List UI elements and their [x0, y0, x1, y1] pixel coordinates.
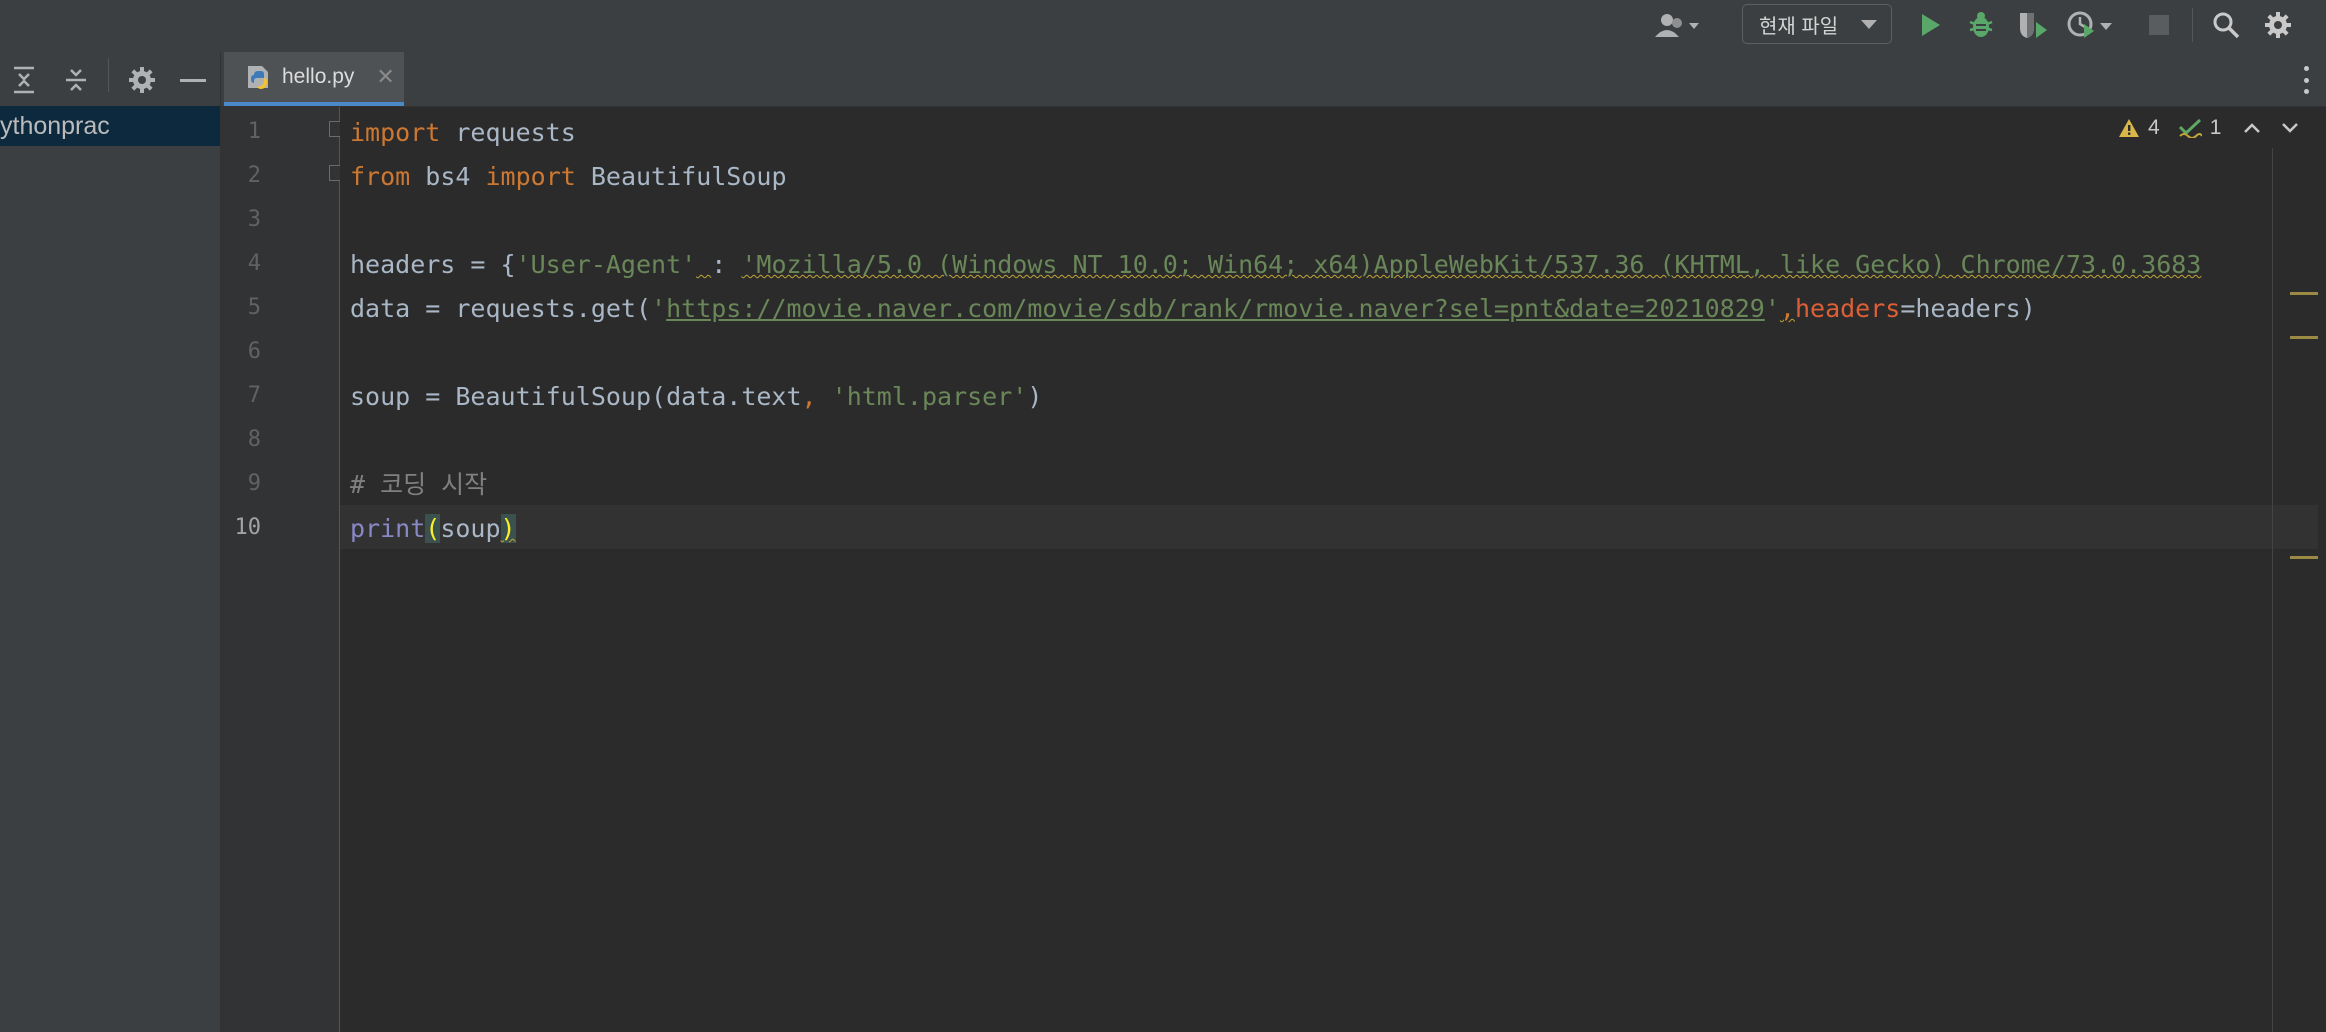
code-token: from [350, 162, 411, 191]
settings-icon[interactable] [2262, 9, 2294, 41]
code-token: , [1779, 294, 1795, 323]
weak-warning-count: 1 [2209, 116, 2222, 139]
code-token: data = requests.get( [350, 294, 652, 323]
line-number: 3 [247, 207, 261, 232]
line-number: 7 [247, 383, 261, 408]
chevron-up-icon[interactable] [2243, 122, 2261, 134]
editor-gutter: 1 2 3 4 5 6 7 8 9 10 [221, 107, 343, 1032]
main-toolbar: 현재 파일 [0, 0, 2326, 53]
editor-tab-bar: hello.py ✕ [221, 52, 2326, 107]
warning-stripe-marker[interactable] [2290, 556, 2318, 559]
profile-icon[interactable] [2066, 9, 2114, 41]
run-configuration-select[interactable]: 현재 파일 [1742, 4, 1892, 44]
run-icon[interactable] [1916, 10, 1946, 40]
code-token: import [485, 162, 576, 191]
line-number: 4 [247, 251, 261, 276]
close-icon[interactable]: ✕ [376, 64, 394, 90]
user-icon[interactable] [1652, 10, 1704, 40]
warning-count: 4 [2148, 116, 2160, 139]
chevron-down-icon[interactable] [2281, 122, 2299, 134]
code-token: ) [1027, 382, 1043, 411]
line-number: 5 [247, 295, 261, 320]
project-root-label: ythonprac [0, 112, 110, 140]
code-token: 'Mozilla/5.0 (Windows NT 10.0; Win64; x6… [741, 250, 2202, 279]
code-editor[interactable]: import requests from bs4 import Beautifu… [340, 107, 2318, 1032]
code-line[interactable]: soup = BeautifulSoup(data.text, 'html.pa… [350, 375, 1042, 419]
line-number: 1 [247, 119, 261, 144]
project-tool-window: ythonprac [0, 52, 221, 1032]
hide-panel-icon[interactable] [175, 62, 211, 98]
project-tree-root[interactable]: ythonprac [0, 106, 220, 146]
code-token: 'User-Agent' [515, 250, 697, 279]
code-token: print [350, 514, 426, 543]
code-token: BeautifulSoup [575, 162, 787, 191]
line-number: 9 [247, 471, 261, 496]
gear-icon[interactable] [124, 62, 160, 98]
line-number: 8 [247, 427, 261, 452]
stop-icon[interactable] [2146, 12, 2172, 38]
code-token: soup [440, 514, 501, 543]
toolbar-divider [2192, 8, 2193, 42]
collapse-all-icon[interactable] [58, 62, 94, 98]
current-line-highlight [340, 505, 2318, 549]
code-token: =headers) [1900, 294, 2036, 323]
tab-hello-py[interactable]: hello.py ✕ [224, 52, 404, 106]
code-token: ) [500, 514, 516, 543]
warning-stripe-marker[interactable] [2290, 292, 2318, 295]
code-token: ' [1764, 294, 1780, 323]
inspections-widget[interactable]: 4 1 [2118, 116, 2299, 140]
line-number: 10 [234, 515, 262, 540]
python-file-icon [244, 63, 272, 91]
code-line[interactable]: # 코딩 시작 [350, 463, 487, 507]
chevron-down-icon [1861, 20, 1877, 29]
line-number: 2 [247, 163, 261, 188]
weak-warning-icon [2178, 118, 2202, 138]
code-token: , [801, 382, 832, 411]
code-token: # 코딩 시작 [350, 470, 488, 499]
code-token: headers [1794, 294, 1901, 323]
search-icon[interactable] [2210, 9, 2242, 41]
debug-icon[interactable] [1964, 9, 1998, 41]
code-token: 'html.parser' [831, 382, 1028, 411]
warning-stripe-marker[interactable] [2290, 336, 2318, 339]
code-token: import [350, 118, 441, 147]
error-stripe-divider [2272, 148, 2273, 1032]
tab-label: hello.py [282, 65, 355, 88]
warning-icon [2118, 118, 2140, 138]
line-number: 6 [247, 339, 261, 364]
code-token: ' [651, 294, 667, 323]
code-token: : [711, 250, 742, 279]
panel-divider [108, 58, 109, 92]
code-line[interactable]: import requests [350, 111, 576, 155]
code-token: requests [440, 118, 576, 147]
code-token: https://movie.naver.com/movie/sdb/rank/r… [666, 294, 1765, 323]
code-line[interactable]: from bs4 import BeautifulSoup [350, 155, 787, 199]
code-line[interactable]: print(soup) [350, 507, 516, 551]
code-token: ( [425, 514, 441, 543]
code-token: bs4 [410, 162, 486, 191]
code-token: headers = { [350, 250, 516, 279]
run-with-coverage-icon[interactable] [2016, 9, 2050, 41]
code-token: soup = BeautifulSoup(data.text [350, 382, 802, 411]
run-configuration-label: 현재 파일 [1759, 15, 1839, 38]
expand-all-icon[interactable] [6, 62, 42, 98]
project-panel-toolbar [0, 52, 220, 106]
code-line[interactable]: data = requests.get('https://movie.naver… [350, 287, 2036, 331]
code-line[interactable]: headers = {'User-Agent' : 'Mozilla/5.0 (… [350, 243, 2201, 287]
more-options-icon[interactable] [2302, 66, 2310, 94]
